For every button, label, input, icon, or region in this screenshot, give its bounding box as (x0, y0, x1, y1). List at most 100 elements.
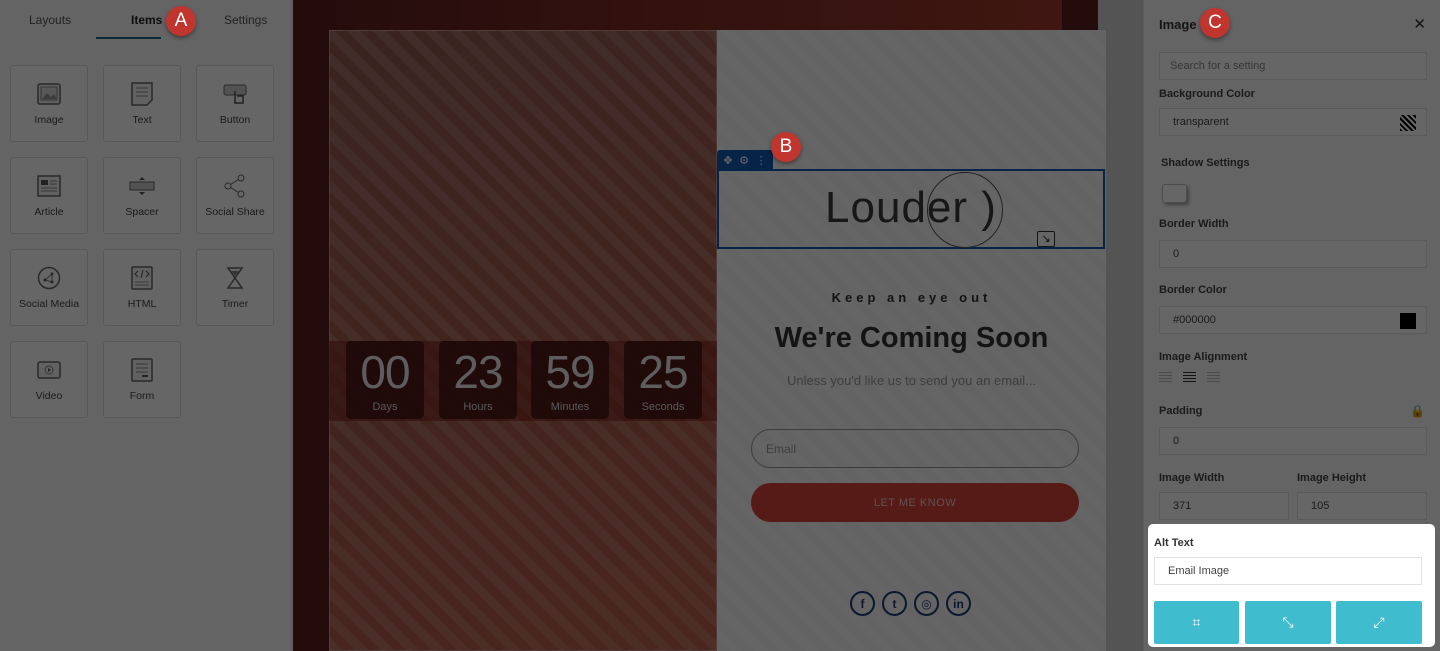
crop-icon: ⌗ (1192, 614, 1201, 630)
settings-search-input[interactable]: Search for a setting (1159, 52, 1427, 80)
background-color-label: Background Color (1159, 88, 1255, 100)
item-label: Button (219, 114, 251, 126)
align-center-icon[interactable] (1183, 372, 1196, 383)
background-color-field[interactable]: transparent (1159, 108, 1427, 136)
panel-tabs: Layouts Items Settings (0, 0, 291, 40)
alt-text-input[interactable]: Email Image (1154, 557, 1422, 585)
background-color-value: transparent (1173, 116, 1229, 128)
timer-unit: Hours (463, 401, 493, 413)
item-article[interactable]: Article (10, 157, 88, 234)
spacer-icon (129, 173, 155, 199)
form-icon (129, 357, 155, 383)
timer-days: 00 Days (346, 341, 424, 419)
selected-image-element[interactable]: Louder ) ↘ (717, 169, 1105, 249)
button-click-icon (222, 81, 248, 107)
item-label: Social Media (18, 298, 80, 310)
border-color-value: #000000 (1173, 314, 1216, 326)
logo-ring (927, 172, 1003, 248)
tab-items[interactable]: Items (131, 13, 162, 27)
items-grid: Image Text Button Article Spacer Social … (10, 65, 274, 418)
more-options-icon[interactable]: ⋮ (756, 154, 767, 167)
item-text[interactable]: Text (103, 65, 181, 142)
tab-settings[interactable]: Settings (224, 13, 267, 27)
twitter-icon[interactable]: t (882, 591, 907, 616)
item-image[interactable]: Image (10, 65, 88, 142)
elements-panel: Layouts Items Settings Image Text Button… (0, 0, 292, 651)
alt-text-card: Alt Text Email Image ⌗ ⤡ ⤢ (1148, 524, 1435, 647)
louder-logo-image: Louder ) (825, 183, 997, 232)
item-button[interactable]: Button (196, 65, 274, 142)
article-icon (36, 173, 62, 199)
timer-value: 00 (360, 346, 410, 398)
editor-canvas: 00 Days 23 Hours 59 Minutes 25 Seconds ✥… (293, 0, 1143, 651)
color-swatch-icon[interactable] (1400, 313, 1416, 329)
let-me-know-button[interactable]: LET ME KNOW (751, 483, 1079, 522)
headline: We're Coming Soon (774, 322, 1049, 354)
timer-value: 25 (638, 346, 688, 398)
linkedin-icon[interactable]: in (946, 591, 971, 616)
expand-icon: ⤢ (1373, 614, 1385, 630)
close-icon[interactable]: ✕ (1413, 15, 1426, 33)
annotation-badge-c: C (1200, 8, 1230, 38)
shrink-icon: ⤡ (1282, 614, 1294, 630)
item-html[interactable]: HTML (103, 249, 181, 326)
annotation-badge-b: B (771, 132, 801, 162)
item-social-share[interactable]: Social Share (196, 157, 274, 234)
item-label: Article (34, 206, 64, 218)
gear-icon[interactable]: ⚙ (739, 154, 749, 167)
expand-button[interactable]: ⤢ (1336, 601, 1422, 644)
image-width-input[interactable]: 371 (1159, 492, 1289, 520)
kicker-text: Keep an eye out (831, 290, 992, 305)
panel-title: Image (1159, 17, 1197, 32)
transparent-swatch-icon[interactable] (1400, 115, 1416, 131)
annotation-badge-a: A (166, 6, 196, 36)
item-form[interactable]: Form (103, 341, 181, 418)
hourglass-icon (222, 265, 248, 291)
item-label: Spacer (125, 206, 159, 218)
border-width-label: Border Width (1159, 218, 1229, 230)
code-icon (129, 265, 155, 291)
border-color-label: Border Color (1159, 284, 1227, 296)
shrink-button[interactable]: ⤡ (1245, 601, 1331, 644)
shadow-toggle[interactable] (1162, 184, 1187, 203)
timer-hours: 23 Hours (439, 341, 517, 419)
item-label: Video (35, 390, 63, 402)
timer-value: 23 (453, 346, 503, 398)
item-label: Text (132, 114, 152, 126)
facebook-icon[interactable]: f (850, 591, 875, 616)
padding-label: Padding (1159, 405, 1203, 417)
align-right-icon[interactable] (1207, 372, 1220, 383)
image-width-label: Image Width (1159, 472, 1225, 484)
item-label: Form (129, 390, 155, 402)
instagram-icon[interactable]: ◎ (914, 591, 939, 616)
item-spacer[interactable]: Spacer (103, 157, 181, 234)
element-toolbar: ✥ ⚙ ⋮ (717, 150, 773, 170)
timer-unit: Days (372, 401, 398, 413)
resize-handle-icon[interactable]: ↘ (1037, 231, 1055, 247)
item-video[interactable]: Video (10, 341, 88, 418)
border-width-input[interactable]: 0 (1159, 240, 1427, 268)
shadow-settings-label: Shadow Settings (1161, 157, 1250, 169)
move-icon[interactable]: ✥ (723, 154, 732, 167)
border-color-field[interactable]: #000000 (1159, 306, 1427, 334)
timer-value: 59 (545, 346, 595, 398)
social-icons: f t ◎ in (850, 591, 971, 616)
item-label: Timer (221, 298, 249, 310)
crop-button[interactable]: ⌗ (1154, 601, 1239, 644)
lock-icon[interactable]: 🔒 (1410, 404, 1425, 418)
tab-layouts[interactable]: Layouts (29, 13, 71, 27)
image-height-label: Image Height (1297, 472, 1367, 484)
email-input[interactable] (751, 429, 1079, 468)
item-timer[interactable]: Timer (196, 249, 274, 326)
timer-unit: Minutes (550, 401, 590, 413)
item-label: Social Share (205, 206, 265, 218)
image-icon (36, 81, 62, 107)
active-tab-indicator (96, 37, 161, 39)
share-icon (222, 173, 248, 199)
item-social-media[interactable]: Social Media (10, 249, 88, 326)
image-height-input[interactable]: 105 (1297, 492, 1427, 520)
social-network-icon (36, 265, 62, 291)
align-left-icon[interactable] (1159, 372, 1172, 383)
item-label: Image (34, 114, 64, 126)
padding-input[interactable]: 0 (1159, 427, 1427, 455)
